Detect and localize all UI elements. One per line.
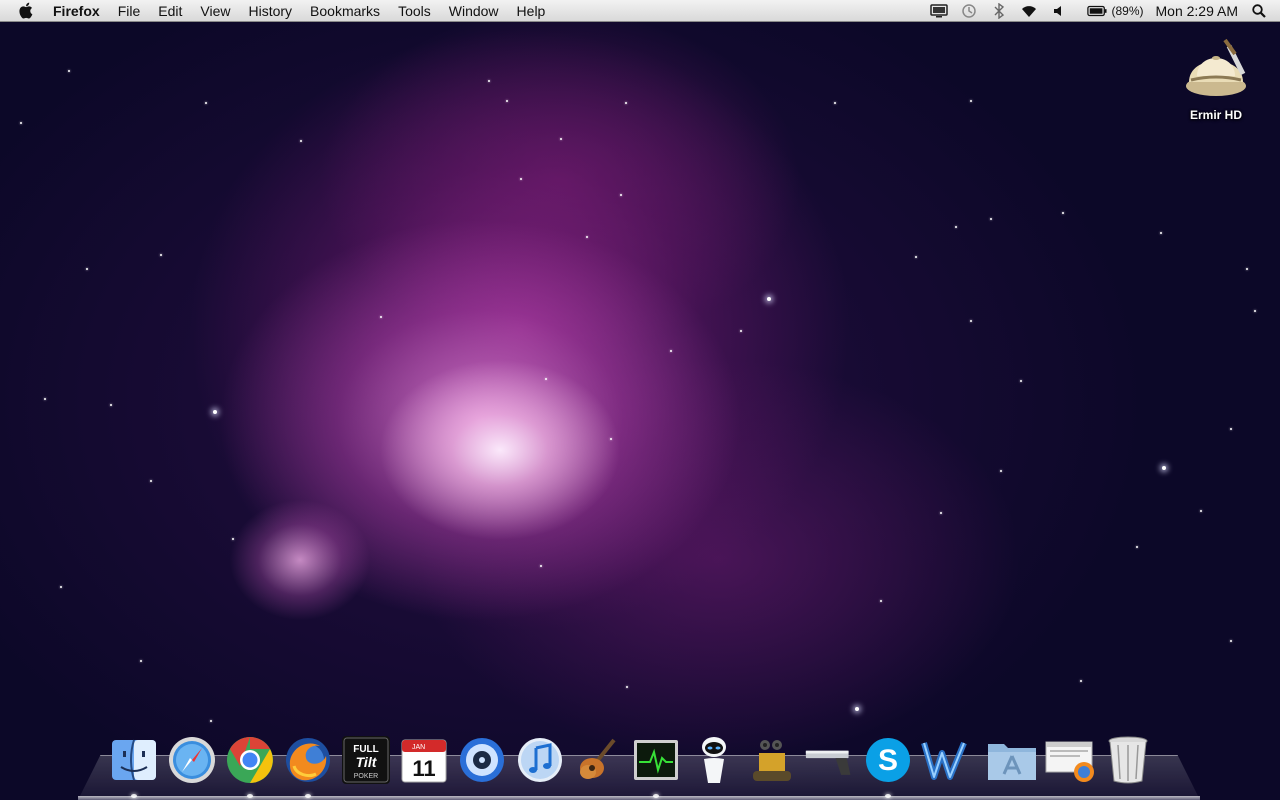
battery-percent: (89%) — [1111, 3, 1144, 18]
starfield — [0, 0, 1280, 800]
svg-text:JAN: JAN — [412, 744, 425, 751]
menu-bookmarks[interactable]: Bookmarks — [310, 3, 380, 19]
menu-help[interactable]: Help — [517, 3, 546, 19]
menu-history[interactable]: History — [248, 3, 292, 19]
hard-drive-icon — [1186, 38, 1246, 96]
garageband-icon[interactable] — [572, 734, 624, 786]
menu-file[interactable]: File — [118, 3, 141, 19]
wall-e-icon[interactable] — [746, 734, 798, 786]
itunes-icon[interactable] — [514, 734, 566, 786]
menu-window[interactable]: Window — [449, 3, 499, 19]
eve-robot-icon[interactable] — [688, 734, 740, 786]
volume-icon[interactable] — [1049, 3, 1069, 19]
applications-folder-icon[interactable] — [986, 734, 1038, 786]
menu-edit[interactable]: Edit — [158, 3, 182, 19]
menu-tools[interactable]: Tools — [398, 3, 431, 19]
dock: FULL Tilt POKER JAN 11 S — [108, 726, 1160, 798]
full-tilt-poker-icon[interactable]: FULL Tilt POKER — [340, 734, 392, 786]
skype-icon[interactable]: S — [862, 734, 914, 798]
dvd-player-icon[interactable] — [456, 734, 508, 786]
chrome-icon[interactable] — [224, 734, 276, 798]
status-tray: (89%) Mon 2:29 AM — [919, 0, 1280, 22]
trash-icon[interactable] — [1102, 734, 1154, 786]
firefox-icon[interactable] — [282, 734, 334, 798]
desktop-icon-label: Ermir HD — [1189, 108, 1242, 122]
desktop: Firefox File Edit View History Bookmarks… — [0, 0, 1280, 800]
time-machine-icon[interactable] — [959, 3, 979, 19]
menubar-clock[interactable]: Mon 2:29 AM — [1156, 3, 1239, 19]
battery-icon[interactable] — [1087, 3, 1108, 19]
svg-text:S: S — [878, 744, 898, 777]
menu-bar: Firefox File Edit View History Bookmarks… — [0, 0, 1280, 22]
svg-text:POKER: POKER — [354, 773, 379, 780]
bluetooth-icon[interactable] — [989, 2, 1009, 19]
gun-icon[interactable] — [804, 734, 856, 786]
desktop-icon-ermir-hd[interactable]: Ermir HD — [1176, 34, 1256, 122]
apple-menu-icon[interactable] — [18, 2, 35, 20]
display-icon[interactable] — [929, 3, 949, 19]
svg-text:11: 11 — [412, 756, 435, 781]
svg-text:Tilt: Tilt — [356, 754, 378, 770]
wifi-icon[interactable] — [1019, 3, 1039, 19]
ical-icon[interactable]: JAN 11 — [398, 734, 450, 786]
safari-icon[interactable] — [166, 734, 218, 786]
downloads-stack-icon[interactable] — [1044, 734, 1096, 786]
word-icon[interactable] — [920, 734, 972, 786]
spotlight-search-icon[interactable] — [1250, 2, 1268, 20]
menu-view[interactable]: View — [200, 3, 230, 19]
finder-icon[interactable] — [108, 734, 160, 798]
activity-monitor-icon[interactable] — [630, 734, 682, 798]
app-menu-firefox[interactable]: Firefox — [53, 3, 100, 19]
